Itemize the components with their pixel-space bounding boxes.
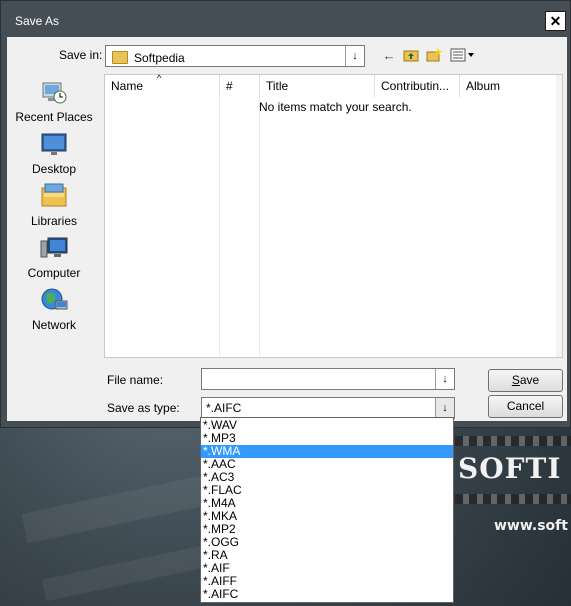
save-button[interactable]: Save — [488, 369, 563, 392]
folder-icon — [112, 51, 128, 64]
empty-list-message: No items match your search. — [259, 100, 412, 114]
file-type-option[interactable]: *.FLAC — [201, 484, 453, 497]
file-type-option[interactable]: *.AIFF — [201, 575, 453, 588]
save-as-dialog: Save As ✕ Save in: Softpedia ↓ ← Recent … — [0, 0, 571, 428]
file-list[interactable]: Name ^ # Title Contributin... Album No i… — [104, 73, 563, 358]
save-in-dropdown[interactable]: Softpedia ↓ — [105, 45, 365, 67]
place-desktop[interactable]: Desktop — [7, 129, 101, 176]
back-icon[interactable]: ← — [381, 48, 397, 64]
wallpaper-brand: SOFTI — [458, 452, 562, 485]
file-type-option[interactable]: *.M4A — [201, 497, 453, 510]
close-button[interactable]: ✕ — [545, 11, 566, 31]
places-bar: Recent Places Desktop Libraries Computer… — [7, 69, 101, 413]
column-title[interactable]: Title — [260, 75, 375, 97]
column-track-number[interactable]: # — [220, 75, 260, 97]
file-type-option[interactable]: *.WAV — [201, 419, 453, 432]
vertical-scrollbar[interactable] — [556, 75, 562, 357]
network-icon — [41, 288, 68, 310]
dialog-title: Save As — [15, 14, 60, 28]
file-type-option[interactable]: *.MKA — [201, 510, 453, 523]
column-name[interactable]: Name ^ — [105, 73, 220, 97]
file-type-option[interactable]: *.OGG — [201, 536, 453, 549]
column-contributing-artists[interactable]: Contributin... — [375, 75, 460, 97]
file-type-option[interactable]: *.WMA — [201, 445, 453, 458]
place-label: Computer — [27, 266, 81, 280]
close-icon: ✕ — [549, 13, 562, 29]
recent-places-icon — [42, 82, 67, 104]
sort-ascending-icon: ^ — [157, 73, 162, 83]
file-name-dropdown-arrow-icon[interactable]: ↓ — [435, 369, 454, 389]
save-as-type-label: Save as type: — [107, 401, 180, 415]
place-computer[interactable]: Computer — [7, 233, 101, 280]
file-name-input[interactable]: ↓ — [201, 368, 455, 390]
save-mnemonic: S — [511, 373, 520, 387]
save-as-type-arrow-icon[interactable]: ↓ — [435, 398, 454, 418]
title-bar[interactable]: Save As ✕ — [1, 1, 570, 33]
save-as-type-value: *.AIFC — [206, 401, 242, 415]
libraries-icon — [41, 183, 67, 207]
save-in-value: Softpedia — [134, 51, 185, 65]
file-name-label: File name: — [107, 373, 164, 387]
view-menu-icon[interactable] — [450, 48, 476, 64]
place-label: Network — [31, 318, 76, 332]
place-network[interactable]: Network — [7, 285, 101, 332]
file-type-option[interactable]: *.RA — [201, 549, 453, 562]
dialog-body: Save in: Softpedia ↓ ← Recent Places Des… — [7, 37, 567, 421]
filmstrip-bottom — [455, 494, 571, 504]
computer-icon — [40, 237, 68, 258]
filmstrip-top — [455, 436, 571, 446]
up-folder-icon[interactable] — [403, 48, 419, 64]
column-album[interactable]: Album — [460, 75, 558, 97]
wallpaper-url: www.soft — [494, 518, 568, 534]
cancel-button[interactable]: Cancel — [488, 395, 563, 418]
file-type-option[interactable]: *.AIF — [201, 562, 453, 575]
place-label: Recent Places — [15, 110, 93, 124]
file-type-options-list[interactable]: *.WAV *.MP3 *.WMA *.AAC *.AC3 *.FLAC *.M4A *.MK… — [200, 417, 454, 603]
new-folder-icon[interactable] — [426, 48, 442, 64]
place-label: Libraries — [30, 214, 78, 228]
dropdown-arrow-icon[interactable]: ↓ — [345, 46, 364, 66]
file-type-option[interactable]: *.AIFC — [201, 588, 453, 601]
save-in-label: Save in: — [59, 48, 103, 62]
place-label: Desktop — [31, 162, 77, 176]
save-as-type-dropdown[interactable]: *.AIFC ↓ — [201, 397, 455, 419]
place-recent-places[interactable]: Recent Places — [7, 77, 101, 124]
place-libraries[interactable]: Libraries — [7, 181, 101, 228]
desktop-icon — [41, 133, 67, 155]
file-type-option[interactable]: *.AAC — [201, 458, 453, 471]
